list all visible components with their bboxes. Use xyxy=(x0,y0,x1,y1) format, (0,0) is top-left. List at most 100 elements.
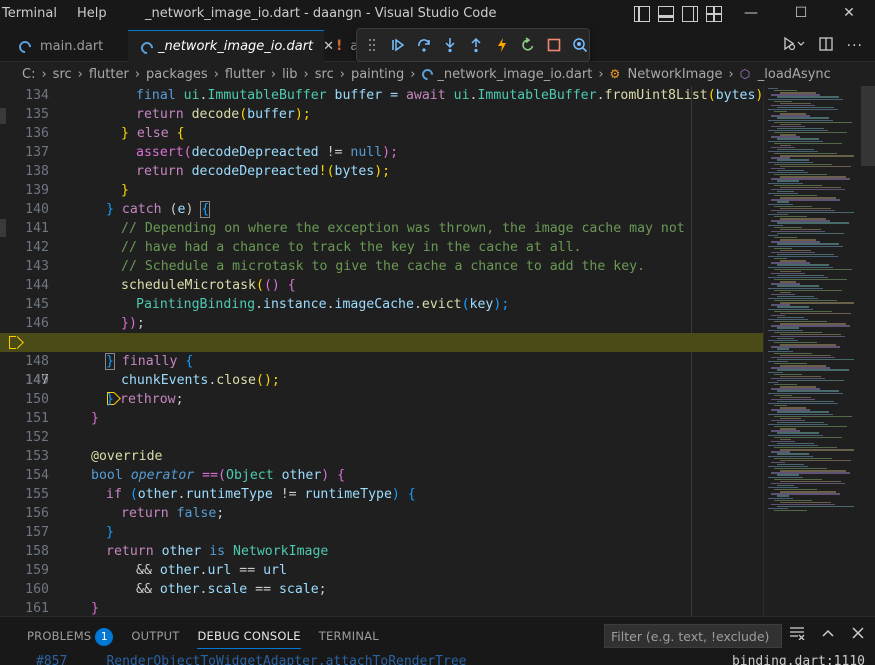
code-line: 140} catch (e) { xyxy=(25,201,211,218)
restart-icon[interactable] xyxy=(519,37,536,54)
drag-grip-icon[interactable] xyxy=(363,37,380,54)
scrollbar-thumb[interactable] xyxy=(861,86,875,166)
minimap-line xyxy=(777,379,844,382)
code-line: 136} else { xyxy=(25,126,185,141)
breadcrumb-segment[interactable]: flutter xyxy=(89,67,129,82)
customize-layout-icon[interactable] xyxy=(706,6,722,22)
dart-icon xyxy=(140,41,152,53)
chevron-right-icon: › xyxy=(41,66,47,82)
breadcrumb-segment[interactable]: painting xyxy=(351,67,404,82)
minimize-button[interactable]: — xyxy=(728,0,774,28)
minimap-line xyxy=(777,358,854,361)
code-line: 157} xyxy=(25,525,114,540)
minimap-line xyxy=(777,505,854,508)
step-into-icon[interactable] xyxy=(441,37,458,54)
maximize-panel-icon[interactable] xyxy=(821,626,835,644)
chevron-right-icon: › xyxy=(728,66,734,82)
breadcrumb-class[interactable]: NetworkImage xyxy=(628,67,723,82)
panel-tabs: PROBLEMS 1 OUTPUT DEBUG CONSOLE TERMINAL xyxy=(27,627,379,649)
inspect-icon[interactable] xyxy=(571,37,588,54)
console-output-line: #857 RenderObjectToWidgetAdapter.attachT… xyxy=(36,654,467,665)
code-line: 146}); xyxy=(25,316,145,331)
minimap-line xyxy=(774,510,807,512)
more-actions-icon[interactable]: ··· xyxy=(847,38,863,54)
toggle-primary-sidebar-icon[interactable] xyxy=(634,6,650,22)
breadcrumb-segment[interactable]: packages xyxy=(146,67,208,82)
title-bar: Terminal Help _network_image_io.dart - d… xyxy=(0,0,875,30)
chevron-right-icon: › xyxy=(598,66,604,82)
breadcrumb-file[interactable]: _network_image_io.dart xyxy=(437,67,592,82)
tab-main-dart[interactable]: main.dart xyxy=(18,30,126,62)
minimap-line xyxy=(780,155,854,157)
close-window-button[interactable]: ✕ xyxy=(826,0,872,28)
chevron-right-icon: › xyxy=(339,66,345,82)
toggle-panel-icon[interactable] xyxy=(658,6,674,22)
code-line: 161} xyxy=(25,601,99,616)
step-over-icon[interactable] xyxy=(415,37,432,54)
panel-actions xyxy=(789,626,865,644)
minimap[interactable] xyxy=(763,86,875,616)
code-line: 141// Depending on where the exception w… xyxy=(25,221,685,236)
code-line: 148} finally { xyxy=(25,353,194,370)
breadcrumb-segment[interactable]: lib xyxy=(282,67,297,82)
tab-output[interactable]: OUTPUT xyxy=(131,627,179,649)
code-editor[interactable]: 134 final ui.ImmutableBuffer buffer = awa… xyxy=(0,86,763,616)
dart-icon xyxy=(18,40,30,52)
tab-label: main.dart xyxy=(40,38,104,54)
layout-controls xyxy=(634,6,722,22)
breadcrumb-segment[interactable]: flutter xyxy=(225,67,265,82)
code-line: 138 return decodeDepreacted!(bytes); xyxy=(25,164,391,179)
tab-terminal[interactable]: TERMINAL xyxy=(319,627,379,649)
tab-network-image-io-dart[interactable]: _network_image_io.dart ✕ xyxy=(128,30,334,62)
maximize-button[interactable]: ☐ xyxy=(778,0,824,28)
breadcrumb: C: › src › flutter › packages › flutter › lib… xyxy=(0,62,875,86)
code-line: 150} xyxy=(25,392,114,407)
step-out-icon[interactable] xyxy=(467,37,484,54)
chevron-right-icon: › xyxy=(410,66,416,82)
code-line: 159 && other.url == url xyxy=(25,563,287,578)
menu-terminal[interactable]: Terminal xyxy=(0,0,67,30)
tab-debug-console[interactable]: DEBUG CONSOLE xyxy=(197,627,301,649)
minimap-line xyxy=(777,222,849,224)
bottom-panel: PROBLEMS 1 OUTPUT DEBUG CONSOLE TERMINAL … xyxy=(0,616,875,665)
breadcrumb-method[interactable]: _loadAsync xyxy=(758,67,831,82)
code-line: 137 assert(decodeDepreacted != null); xyxy=(25,145,399,160)
minimap-line xyxy=(780,312,851,315)
code-line: 149 chunkEvents.close(); xyxy=(25,373,280,388)
window-title: _network_image_io.dart - daangn - Visual… xyxy=(145,6,497,21)
vertical-scrollbar[interactable] xyxy=(861,86,875,616)
code-line: 142// have had a chance to track the key… xyxy=(25,240,582,255)
menu-help[interactable]: Help xyxy=(67,0,117,30)
code-line: 145 PaintingBinding.instance.imageCache.e… xyxy=(25,297,510,312)
continue-icon[interactable] xyxy=(389,37,406,54)
run-debug-icon[interactable] xyxy=(783,36,805,56)
method-icon: ⬡ xyxy=(739,67,751,81)
breadcrumb-segment[interactable]: C: xyxy=(22,67,35,82)
hot-reload-icon[interactable] xyxy=(493,37,510,54)
breadcrumb-segment[interactable]: src xyxy=(53,67,72,82)
code-line: 152 xyxy=(25,430,49,445)
code-line: 155 if (other.runtimeType != runtimeType)… xyxy=(25,487,416,502)
code-line: 154 bool operator ==(Object other) { xyxy=(25,468,346,483)
split-editor-icon[interactable] xyxy=(818,37,833,55)
stop-icon[interactable] xyxy=(545,37,562,54)
tab-label: _network_image_io.dart xyxy=(158,39,314,54)
chevron-right-icon: › xyxy=(213,66,219,82)
code-line: 143// Schedule a microtask to give the c… xyxy=(25,259,646,274)
chevron-right-icon: › xyxy=(77,66,83,82)
close-panel-icon[interactable] xyxy=(851,626,865,644)
current-execution-line: 147 rethrow; xyxy=(0,333,763,407)
tab-problems[interactable]: PROBLEMS 1 xyxy=(27,627,114,649)
code-line: 160 && other.scale == scale; xyxy=(25,582,327,597)
minimap-line xyxy=(780,165,851,168)
minimap-line xyxy=(777,232,844,235)
execution-pointer-icon[interactable] xyxy=(9,336,22,349)
clear-console-icon[interactable] xyxy=(789,626,805,644)
console-filter-input[interactable] xyxy=(604,624,782,648)
console-source-link[interactable]: binding.dart:1110 xyxy=(732,654,865,665)
code-line: 153 @override xyxy=(25,449,163,464)
toggle-secondary-sidebar-icon[interactable] xyxy=(682,6,698,22)
code-line: 144 scheduleMicrotask(() { xyxy=(25,278,296,293)
breadcrumb-segment[interactable]: src xyxy=(315,67,334,82)
problems-count-badge: 1 xyxy=(95,628,114,646)
